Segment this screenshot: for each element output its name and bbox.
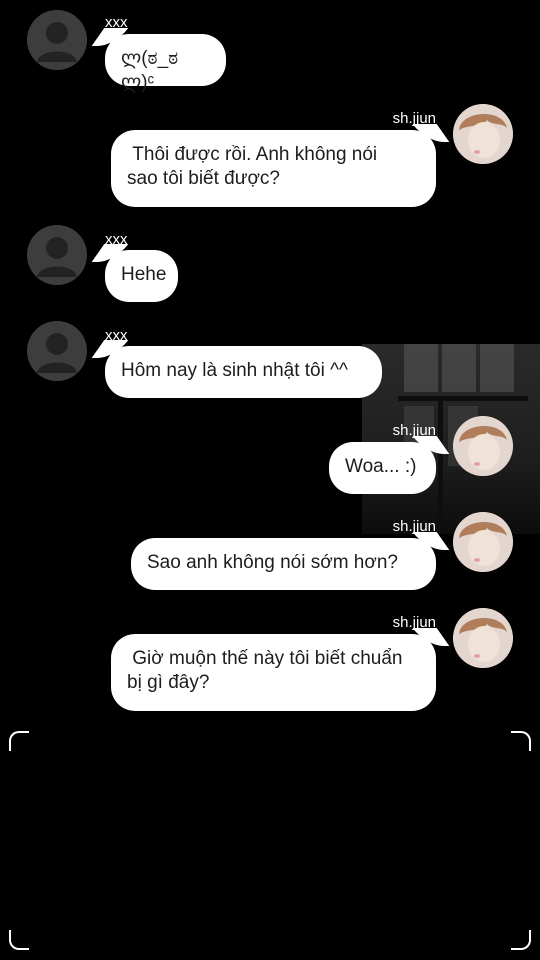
message-bubble[interactable]: ლ(ಠ_ಠ ლ)ᶜ bbox=[105, 34, 226, 93]
default-avatar-icon[interactable] bbox=[27, 225, 87, 285]
frame-corner-bottom-left bbox=[9, 930, 29, 950]
message-bubble[interactable]: Hehe bbox=[105, 250, 178, 302]
message-bubble[interactable]: Sao anh không nói sớm hơn? bbox=[131, 538, 436, 590]
frame-corner-top-left bbox=[9, 731, 29, 751]
message-bubble[interactable]: Woa... :) bbox=[329, 442, 436, 494]
message-bubble[interactable]: Giờ muộn thế này tôi biết chuẩn bị gì đâ… bbox=[111, 634, 436, 711]
user-avatar-icon[interactable] bbox=[453, 512, 513, 572]
default-avatar-icon[interactable] bbox=[27, 321, 87, 381]
background-window-image bbox=[362, 344, 540, 534]
frame-corner-top-right bbox=[511, 731, 531, 751]
user-avatar-icon[interactable] bbox=[453, 608, 513, 668]
message-bubble[interactable]: Hôm nay là sinh nhật tôi ^^ bbox=[105, 346, 382, 398]
message-bubble[interactable]: Thôi được rồi. Anh không nói sao tôi biế… bbox=[111, 130, 436, 207]
default-avatar-icon[interactable] bbox=[27, 10, 87, 70]
user-avatar-icon[interactable] bbox=[453, 104, 513, 164]
frame-corner-bottom-right bbox=[511, 930, 531, 950]
user-avatar-icon[interactable] bbox=[453, 416, 513, 476]
